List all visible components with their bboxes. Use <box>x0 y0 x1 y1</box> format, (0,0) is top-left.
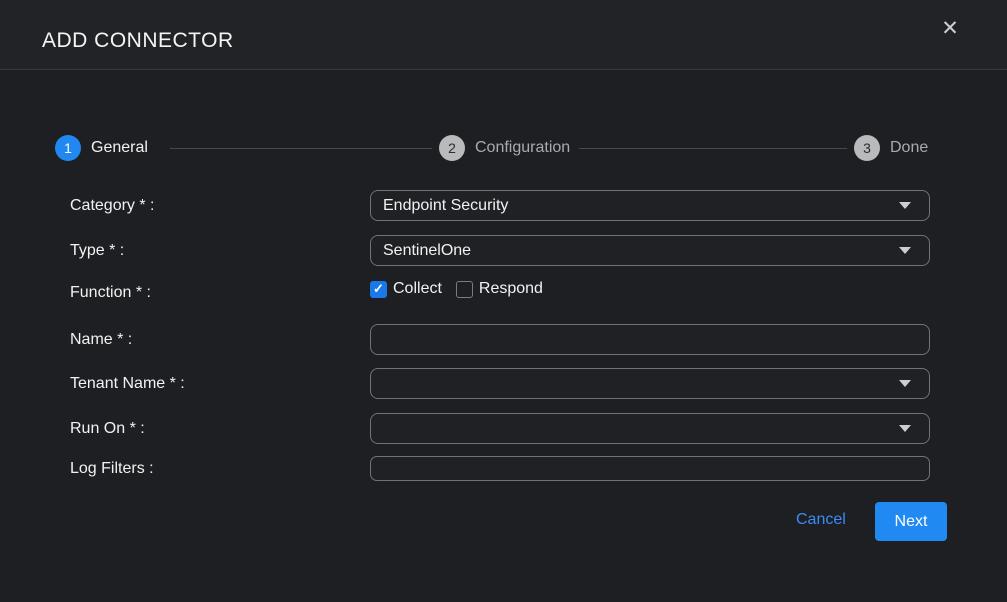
run-on-select[interactable] <box>370 413 930 444</box>
respond-checkbox-label: Respond <box>479 280 543 298</box>
chevron-down-icon <box>899 247 911 254</box>
collect-checkbox[interactable]: ✓ Collect <box>370 280 442 298</box>
form-row-type: Type * : SentinelOne <box>70 235 930 266</box>
name-input[interactable] <box>370 324 930 355</box>
stepper-step-general: 1 General <box>55 135 148 161</box>
checkbox-unchecked-icon: ✓ <box>456 281 473 298</box>
category-select[interactable]: Endpoint Security <box>370 190 930 221</box>
log-filters-input[interactable] <box>370 456 930 481</box>
form-row-run-on: Run On * : <box>70 413 930 444</box>
type-selected-value: SentinelOne <box>383 242 899 260</box>
stepper-connector-line <box>579 148 847 149</box>
add-connector-dialog: ADD CONNECTOR ✕ 1 General 2 Configuratio… <box>0 0 1007 602</box>
chevron-down-icon <box>899 380 911 387</box>
chevron-down-icon <box>899 202 911 209</box>
collect-checkbox-label: Collect <box>393 280 442 298</box>
checkbox-checked-icon: ✓ <box>370 281 387 298</box>
form-row-log-filters: Log Filters : <box>70 456 930 481</box>
dialog-header: ADD CONNECTOR ✕ <box>0 0 1007 70</box>
step-label: Configuration <box>475 139 570 157</box>
form-row-function: Function * : ✓ Collect ✓ Respond <box>70 279 930 299</box>
name-label: Name * : <box>70 324 132 355</box>
form-row-category: Category * : Endpoint Security <box>70 190 930 221</box>
type-label: Type * : <box>70 235 124 266</box>
category-label: Category * : <box>70 190 154 221</box>
respond-checkbox[interactable]: ✓ Respond <box>456 280 543 298</box>
type-select[interactable]: SentinelOne <box>370 235 930 266</box>
next-button[interactable]: Next <box>875 502 947 541</box>
tenant-name-select[interactable] <box>370 368 930 399</box>
category-selected-value: Endpoint Security <box>383 197 899 215</box>
stepper-step-configuration: 2 Configuration <box>439 135 570 161</box>
stepper-connector-line <box>170 148 432 149</box>
function-label: Function * : <box>70 287 151 299</box>
close-icon[interactable]: ✕ <box>936 14 964 42</box>
chevron-down-icon <box>899 425 911 432</box>
step-number-badge: 3 <box>854 135 880 161</box>
dialog-title: ADD CONNECTOR <box>42 29 234 53</box>
form-row-tenant-name: Tenant Name * : <box>70 368 930 399</box>
log-filters-label: Log Filters : <box>70 456 154 481</box>
function-checkbox-group: ✓ Collect ✓ Respond <box>370 279 930 299</box>
run-on-label: Run On * : <box>70 413 145 444</box>
step-label: General <box>91 139 148 157</box>
step-number-badge: 2 <box>439 135 465 161</box>
stepper-step-done: 3 Done <box>854 135 928 161</box>
tenant-name-label: Tenant Name * : <box>70 368 185 399</box>
form-row-name: Name * : <box>70 324 930 355</box>
step-number-badge: 1 <box>55 135 81 161</box>
step-label: Done <box>890 139 928 157</box>
cancel-button[interactable]: Cancel <box>796 511 846 529</box>
